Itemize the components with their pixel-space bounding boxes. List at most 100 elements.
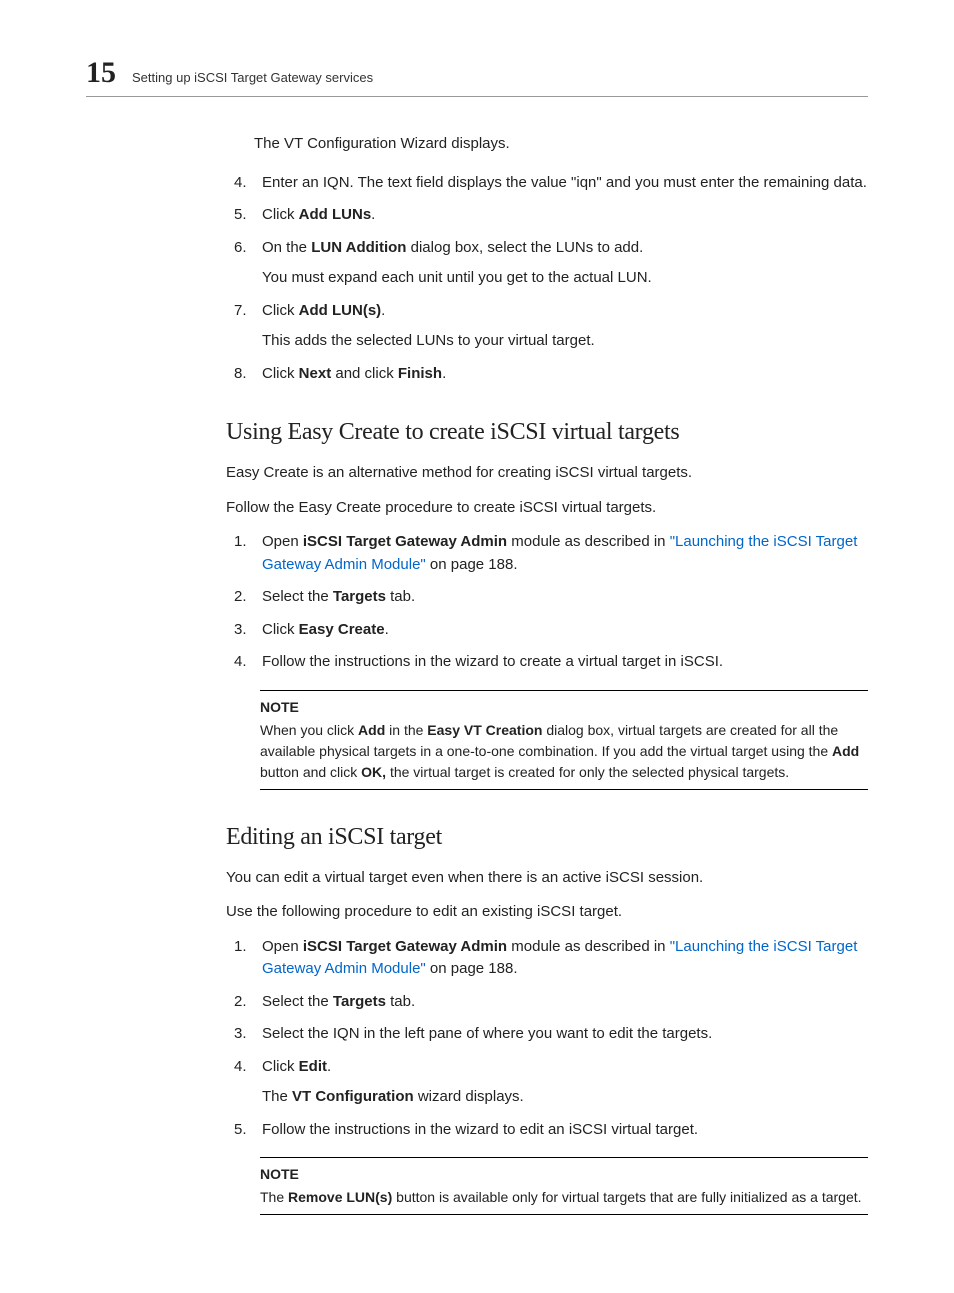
step-text: Follow the instructions in the wizard to…	[262, 653, 723, 670]
step-text: Follow the instructions in the wizard to…	[262, 1121, 698, 1138]
page: 15 Setting up iSCSI Target Gateway servi…	[0, 0, 954, 1293]
step-num: 4.	[234, 172, 262, 195]
step-num: 2.	[234, 586, 262, 609]
step-text: and click	[331, 365, 398, 382]
section1-steps: 1. Open iSCSI Target Gateway Admin modul…	[234, 531, 868, 674]
note-block-2: NOTE The Remove LUN(s) button is availab…	[260, 1157, 868, 1215]
step-subtext: You must expand each unit until you get …	[262, 267, 868, 290]
step-text: module as described in	[507, 533, 670, 550]
step-1: 1. Open iSCSI Target Gateway Admin modul…	[234, 531, 868, 576]
step-text: Click	[262, 621, 299, 638]
step-text: .	[327, 1058, 331, 1075]
ui-label: Add LUNs	[299, 206, 372, 223]
step-text: Open	[262, 533, 303, 550]
ui-label: Next	[299, 365, 332, 382]
step-text: Select the	[262, 588, 333, 605]
step-2: 2. Select the Targets tab.	[234, 586, 868, 609]
note-text: When you click	[260, 722, 358, 738]
ui-label: iSCSI Target Gateway Admin	[303, 533, 507, 550]
step-5: 5. Follow the instructions in the wizard…	[234, 1119, 868, 1142]
section1-p1: Easy Create is an alternative method for…	[226, 462, 868, 485]
ui-label: Remove LUN(s)	[288, 1189, 392, 1205]
ui-label: LUN Addition	[311, 239, 406, 256]
ui-label: Add	[358, 722, 385, 738]
note-text: The	[260, 1189, 288, 1205]
top-steps: 4. Enter an IQN. The text field displays…	[234, 172, 868, 386]
step-num: 7.	[234, 300, 262, 353]
step-text: .	[371, 206, 375, 223]
note-label: NOTE	[260, 1164, 868, 1185]
step-text: Select the IQN in the left pane of where…	[262, 1025, 712, 1042]
step-num: 2.	[234, 991, 262, 1014]
step-text: on page 188.	[426, 960, 518, 977]
page-header: 15 Setting up iSCSI Target Gateway servi…	[86, 56, 868, 97]
step-text: on page 188.	[426, 556, 518, 573]
step-3: 3. Select the IQN in the left pane of wh…	[234, 1023, 868, 1046]
ui-label: Targets	[333, 588, 386, 605]
ui-label: Add LUN(s)	[299, 302, 382, 319]
step-text: Open	[262, 938, 303, 955]
step-3: 3. Click Easy Create.	[234, 619, 868, 642]
ui-label: Finish	[398, 365, 442, 382]
step-text: .	[385, 621, 389, 638]
step-num: 3.	[234, 619, 262, 642]
section-heading-easy-create: Using Easy Create to create iSCSI virtua…	[226, 419, 868, 446]
step-subtext: This adds the selected LUNs to your virt…	[262, 330, 868, 353]
note-text: button is available only for virtual tar…	[392, 1189, 861, 1205]
step-num: 6.	[234, 237, 262, 290]
step-text: Click	[262, 302, 299, 319]
ui-label: iSCSI Target Gateway Admin	[303, 938, 507, 955]
note-block-1: NOTE When you click Add in the Easy VT C…	[260, 690, 868, 790]
section2-steps: 1. Open iSCSI Target Gateway Admin modul…	[234, 936, 868, 1142]
step-text: .	[442, 365, 446, 382]
section2-p2: Use the following procedure to edit an e…	[226, 901, 868, 924]
step-num: 5.	[234, 204, 262, 227]
step-4: 4. Enter an IQN. The text field displays…	[234, 172, 868, 195]
step-text: Click	[262, 365, 299, 382]
step-text: module as described in	[507, 938, 670, 955]
step-text: Select the	[262, 993, 333, 1010]
step-subtext: wizard displays.	[414, 1088, 524, 1105]
step-text: tab.	[386, 993, 415, 1010]
ui-label: Targets	[333, 993, 386, 1010]
step-1: 1. Open iSCSI Target Gateway Admin modul…	[234, 936, 868, 981]
chapter-number: 15	[86, 56, 116, 90]
ui-label: Easy Create	[299, 621, 385, 638]
note-label: NOTE	[260, 697, 868, 718]
step-num: 8.	[234, 363, 262, 386]
ui-label: Add	[832, 743, 859, 759]
step-5: 5. Click Add LUNs.	[234, 204, 868, 227]
step-num: 1.	[234, 936, 262, 981]
step-num: 4.	[234, 1056, 262, 1109]
step-text: Click	[262, 1058, 299, 1075]
step-4: 4. Click Edit. The VT Configuration wiza…	[234, 1056, 868, 1109]
step-num: 1.	[234, 531, 262, 576]
section1-p2: Follow the Easy Create procedure to crea…	[226, 497, 868, 520]
note-text: in the	[385, 722, 427, 738]
ui-label: Easy VT Creation	[427, 722, 542, 738]
step-num: 3.	[234, 1023, 262, 1046]
step-text: .	[381, 302, 385, 319]
step-text: tab.	[386, 588, 415, 605]
section-heading-editing: Editing an iSCSI target	[226, 824, 868, 851]
intro-text: The VT Configuration Wizard displays.	[254, 133, 868, 156]
ui-label: VT Configuration	[292, 1088, 414, 1105]
step-subtext: The	[262, 1088, 292, 1105]
header-title: Setting up iSCSI Target Gateway services	[132, 70, 373, 85]
section2-p1: You can edit a virtual target even when …	[226, 867, 868, 890]
step-text: Enter an IQN. The text field displays th…	[262, 174, 867, 191]
step-2: 2. Select the Targets tab.	[234, 991, 868, 1014]
step-4: 4. Follow the instructions in the wizard…	[234, 651, 868, 674]
step-text: dialog box, select the LUNs to add.	[406, 239, 643, 256]
step-text: Click	[262, 206, 299, 223]
ui-label: OK,	[361, 764, 386, 780]
note-text: button and click	[260, 764, 361, 780]
step-8: 8. Click Next and click Finish.	[234, 363, 868, 386]
step-num: 5.	[234, 1119, 262, 1142]
ui-label: Edit	[299, 1058, 327, 1075]
step-6: 6. On the LUN Addition dialog box, selec…	[234, 237, 868, 290]
note-text: the virtual target is created for only t…	[386, 764, 789, 780]
step-7: 7. Click Add LUN(s). This adds the selec…	[234, 300, 868, 353]
step-text: On the	[262, 239, 311, 256]
step-num: 4.	[234, 651, 262, 674]
